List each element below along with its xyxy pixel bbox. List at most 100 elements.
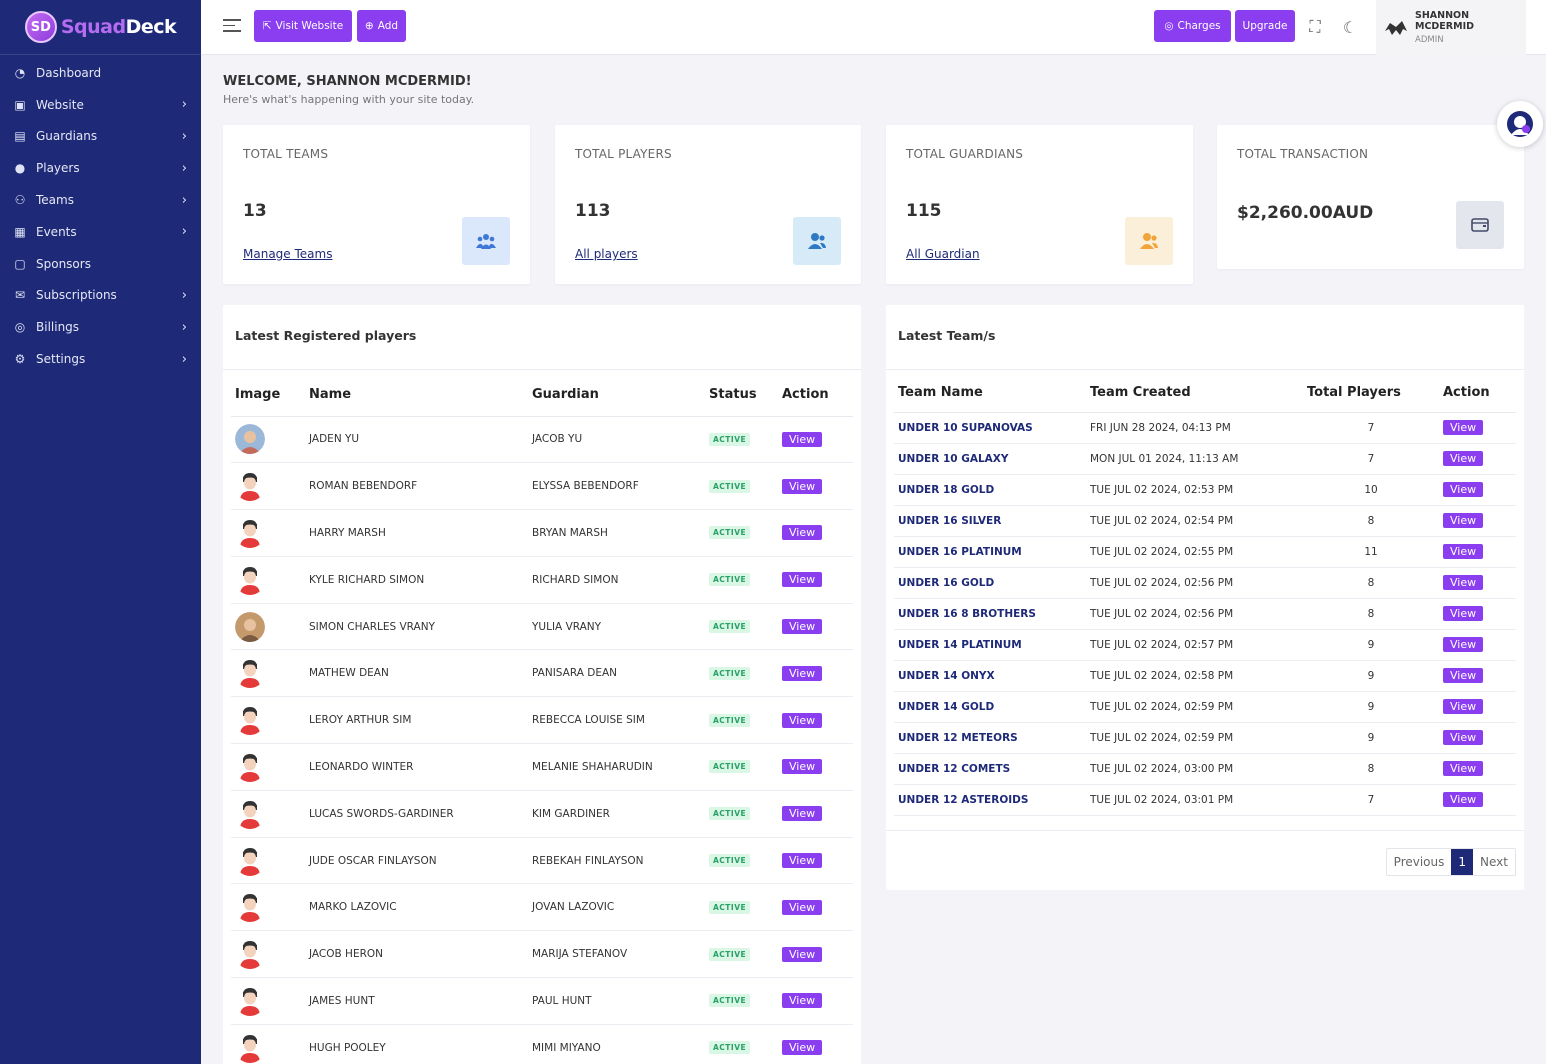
team-group-icon: [462, 217, 510, 265]
stat-value: 113: [575, 201, 611, 221]
view-team-button[interactable]: View: [1443, 730, 1484, 745]
chevron-right-icon: ›: [181, 97, 187, 113]
view-player-button[interactable]: View: [782, 853, 823, 869]
next-page-button[interactable]: Next: [1473, 849, 1515, 875]
sidebar-item-dashboard[interactable]: ◔ Dashboard: [0, 57, 201, 89]
team-created: TUE JUL 02 2024, 02:58 PM: [1086, 660, 1303, 692]
sidebar-item-guardians[interactable]: ▤ Guardians ›: [0, 121, 201, 153]
view-player-button[interactable]: View: [782, 478, 823, 494]
view-team-button[interactable]: View: [1443, 451, 1484, 466]
avatar: [235, 1033, 265, 1063]
sidebar-item-label: Website: [36, 97, 84, 112]
sidebar-item-teams[interactable]: ⚇ Teams ›: [0, 184, 201, 216]
guardian-name: JOVAN LAZOVIC: [528, 883, 705, 932]
action-cell: View: [778, 649, 853, 698]
dark-mode-icon[interactable]: ☾: [1340, 17, 1360, 37]
action-cell: View: [778, 790, 853, 838]
manage-teams-link[interactable]: Manage Teams: [243, 247, 332, 261]
team-name[interactable]: UNDER 14 GOLD: [894, 691, 1086, 723]
brand-logo[interactable]: SD SquadDeck: [0, 0, 201, 55]
user-menu[interactable]: SHANNON MCDERMID ADMIN: [1376, 0, 1526, 55]
sidebar-item-subscriptions[interactable]: ✉ Subscriptions ›: [0, 280, 201, 312]
view-team-button[interactable]: View: [1443, 544, 1484, 559]
col-team-name: Team Name: [894, 374, 1086, 413]
view-player-button[interactable]: View: [782, 431, 823, 447]
avatar: [235, 518, 265, 548]
add-button[interactable]: ⊕ Add: [357, 10, 406, 42]
view-player-button[interactable]: View: [782, 712, 823, 728]
view-team-button[interactable]: View: [1443, 637, 1484, 652]
chevron-right-icon: ›: [181, 287, 187, 303]
stat-label: TOTAL PLAYERS: [575, 147, 672, 161]
page-1-button[interactable]: 1: [1451, 849, 1474, 875]
action-cell: View: [1439, 598, 1516, 630]
team-name[interactable]: UNDER 16 GOLD: [894, 567, 1086, 599]
stat-label: TOTAL GUARDIANS: [906, 147, 1024, 161]
view-player-button[interactable]: View: [782, 946, 823, 962]
view-team-button[interactable]: View: [1443, 420, 1484, 435]
sidebar-item-players[interactable]: ● Players ›: [0, 152, 201, 184]
team-name[interactable]: UNDER 14 PLATINUM: [894, 629, 1086, 661]
sidebar-item-events[interactable]: ▦ Events ›: [0, 216, 201, 248]
chat-assistant-button[interactable]: [1497, 101, 1543, 147]
view-team-button[interactable]: View: [1443, 482, 1484, 497]
view-player-button[interactable]: View: [782, 1040, 823, 1056]
sidebar-item-billings[interactable]: ◎ Billings ›: [0, 311, 201, 343]
view-team-button[interactable]: View: [1443, 792, 1484, 807]
view-player-button[interactable]: View: [782, 525, 823, 541]
menu-toggle-icon[interactable]: [223, 19, 241, 35]
fullscreen-icon[interactable]: ⛶: [1305, 17, 1325, 37]
view-player-button[interactable]: View: [782, 759, 823, 775]
view-player-button[interactable]: View: [782, 572, 823, 588]
view-player-button[interactable]: View: [782, 806, 823, 822]
sidebar-item-settings[interactable]: ⚙ Settings ›: [0, 343, 201, 375]
all-guardian-link[interactable]: All Guardian: [906, 247, 980, 261]
view-player-button[interactable]: View: [782, 619, 823, 635]
charges-button[interactable]: ◎ Charges: [1154, 10, 1231, 42]
view-team-button[interactable]: View: [1443, 606, 1484, 621]
all-players-link[interactable]: All players: [575, 247, 638, 261]
action-cell: View: [778, 1024, 853, 1064]
table-row: UNDER 12 METEORS TUE JUL 02 2024, 02:59 P…: [894, 722, 1516, 754]
guardians-user-icon: [1125, 217, 1173, 265]
team-name[interactable]: UNDER 18 GOLD: [894, 474, 1086, 506]
action-cell: View: [1439, 660, 1516, 692]
status-badge: ACTIVE: [709, 526, 751, 540]
player-name: ROMAN BEBENDORF: [305, 462, 528, 511]
team-name[interactable]: UNDER 16 SILVER: [894, 505, 1086, 537]
previous-page-button[interactable]: Previous: [1387, 849, 1452, 875]
player-image-cell: [231, 790, 305, 838]
view-player-button[interactable]: View: [782, 665, 823, 681]
team-created: TUE JUL 02 2024, 02:53 PM: [1086, 474, 1303, 506]
user-name: SHANNON MCDERMID: [1415, 10, 1474, 32]
view-player-button[interactable]: View: [782, 993, 823, 1009]
upgrade-button[interactable]: Upgrade: [1235, 10, 1295, 42]
sidebar-item-website[interactable]: ▣ Website ›: [0, 89, 201, 121]
status-badge: ACTIVE: [709, 432, 751, 446]
guardian-name: PAUL HUNT: [528, 977, 705, 1025]
team-name[interactable]: UNDER 14 ONYX: [894, 660, 1086, 692]
view-team-button[interactable]: View: [1443, 699, 1484, 714]
player-name: JACOB HERON: [305, 930, 528, 979]
view-team-button[interactable]: View: [1443, 761, 1484, 776]
team-name[interactable]: UNDER 10 SUPANOVAS: [894, 412, 1086, 444]
chevron-right-icon: ›: [181, 319, 187, 335]
player-name: LUCAS SWORDS-GARDINER: [305, 790, 528, 838]
view-team-button[interactable]: View: [1443, 668, 1484, 683]
team-name[interactable]: UNDER 12 ASTEROIDS: [894, 784, 1086, 816]
player-image-cell: [231, 603, 305, 651]
view-player-button[interactable]: View: [782, 899, 823, 915]
view-team-button[interactable]: View: [1443, 575, 1484, 590]
view-team-button[interactable]: View: [1443, 513, 1484, 528]
team-name[interactable]: UNDER 10 GALAXY: [894, 443, 1086, 475]
team-name[interactable]: UNDER 12 COMETS: [894, 753, 1086, 785]
action-cell: View: [1439, 505, 1516, 537]
team-name[interactable]: UNDER 16 8 BROTHERS: [894, 598, 1086, 630]
sidebar-item-sponsors[interactable]: ▢ Sponsors: [0, 248, 201, 280]
visit-website-button[interactable]: ⇱ Visit Website: [254, 10, 352, 42]
player-name: JADEN YU: [305, 416, 528, 464]
action-cell: View: [778, 930, 853, 979]
team-name[interactable]: UNDER 16 PLATINUM: [894, 536, 1086, 568]
welcome-title: WELCOME, SHANNON MCDERMID!: [223, 74, 472, 89]
team-name[interactable]: UNDER 12 METEORS: [894, 722, 1086, 754]
